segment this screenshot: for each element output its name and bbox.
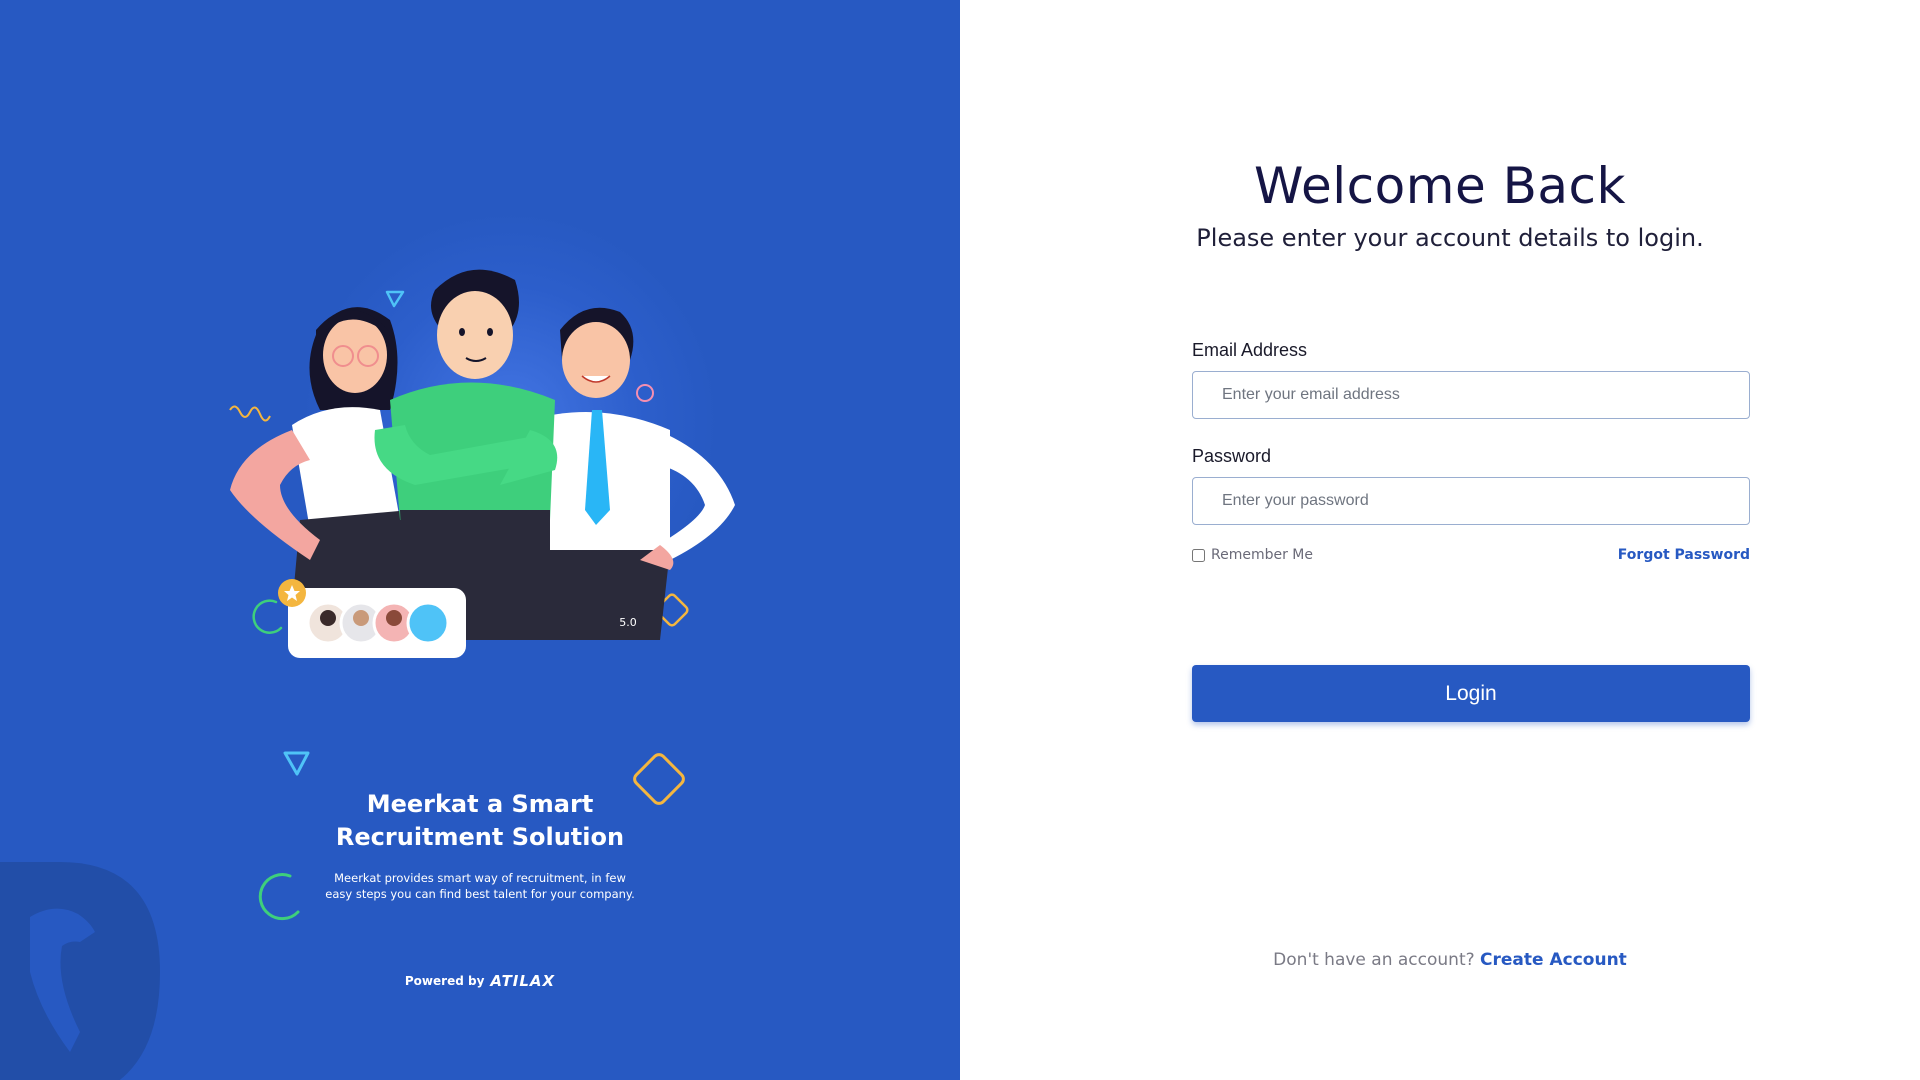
email-field-group: Email Address [1192,340,1750,419]
login-form: Email Address Password Remember Me Forgo… [1192,340,1750,563]
password-field[interactable] [1192,477,1750,525]
rating-card [278,579,466,658]
signup-prompt: Don't have an account? Create Account [960,950,1920,970]
welcome-header: Welcome Back Please enter your account d… [960,158,1920,252]
man-right-figure [530,307,735,640]
powered-by-label: Powered by [404,974,485,988]
email-label: Email Address [1192,340,1308,360]
password-field-group: Password [1192,446,1750,525]
email-field[interactable] [1192,371,1750,419]
branding-panel: 5.0 Meerkat a Smart Recruitment Solution… [0,0,960,1080]
tagline-title: Meerkat a Smart Recruitment Solution [280,788,680,854]
create-account-link[interactable]: Create Account [1480,950,1627,970]
login-button[interactable]: Login [1192,665,1750,722]
rating-value: 5.0 [619,616,637,629]
powered-by: Powered by ATILAX [380,972,580,990]
tagline-title-line1: Meerkat a Smart [366,790,594,818]
team-illustration: 5.0 [200,260,760,720]
signup-text: Don't have an account? [1273,950,1481,970]
login-options: Remember Me Forgot Password [1192,547,1750,563]
remember-me[interactable]: Remember Me [1192,547,1313,563]
page-subtitle: Please enter your account details to log… [1196,224,1704,252]
meerkat-logo-icon [0,862,160,1080]
forgot-password-link[interactable]: Forgot Password [1618,547,1750,563]
tagline-description: Meerkat provides smart way of recruitmen… [325,871,635,901]
remember-me-label: Remember Me [1211,547,1313,563]
page-title: Welcome Back [1254,157,1626,215]
tagline: Meerkat a Smart Recruitment Solution Mee… [280,788,680,902]
tagline-title-line2: Recruitment Solution [335,823,625,851]
password-label: Password [1192,446,1272,466]
powered-by-brand: ATILAX [490,972,556,990]
login-panel: Welcome Back Please enter your account d… [960,0,1920,1080]
remember-me-checkbox[interactable] [1192,548,1205,562]
triangle-decoration-icon [283,751,310,776]
